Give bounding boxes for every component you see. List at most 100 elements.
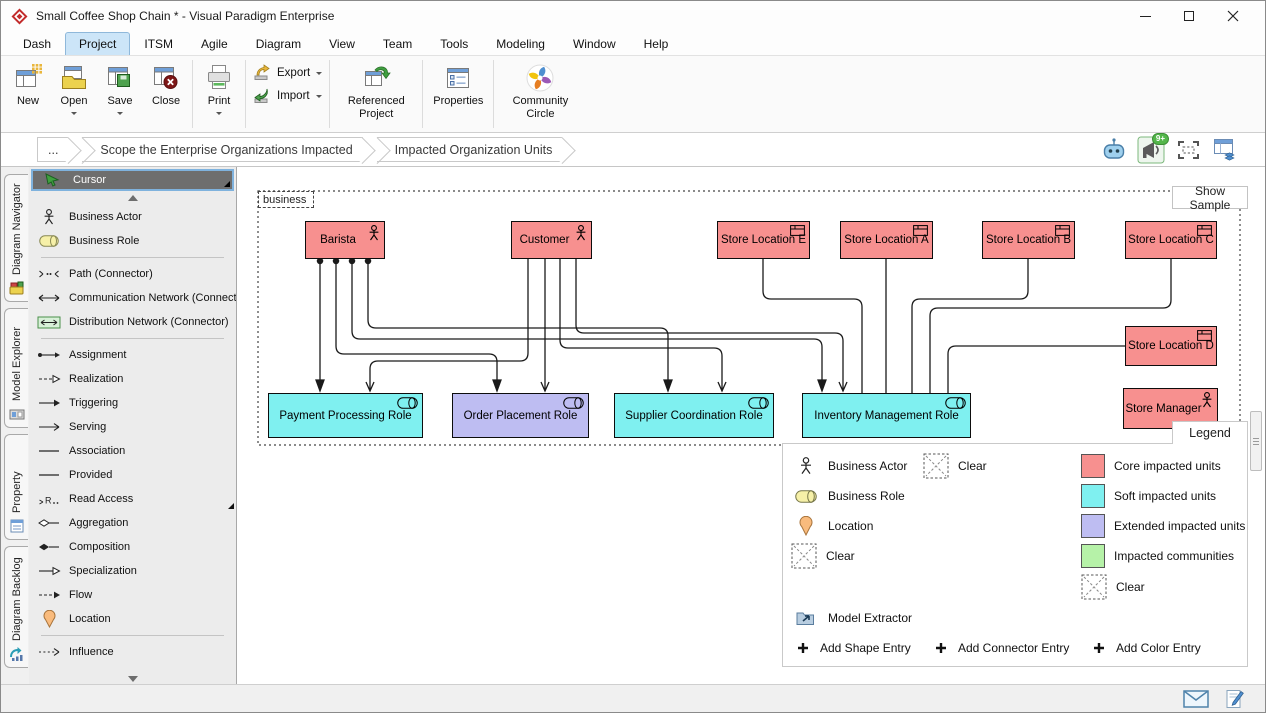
palette-specialization[interactable]: Specialization xyxy=(29,559,236,583)
menu-team[interactable]: Team xyxy=(369,32,426,55)
palette-provided[interactable]: Provided xyxy=(29,463,236,487)
show-sample-button[interactable]: Show Sample xyxy=(1172,186,1248,209)
assistant-bot-button[interactable] xyxy=(1100,136,1128,164)
connector-barista-order[interactable] xyxy=(333,258,501,391)
palette-scroll-up[interactable] xyxy=(29,191,236,205)
menu-window[interactable]: Window xyxy=(559,32,630,55)
canvas-vertical-scrollbar[interactable] xyxy=(1250,411,1262,471)
messages-button[interactable] xyxy=(1183,690,1209,708)
legend-model-extractor[interactable]: Model Extractor xyxy=(793,604,912,632)
legend-tab[interactable]: Legend xyxy=(1172,421,1248,444)
menu-help[interactable]: Help xyxy=(630,32,683,55)
connector-customer-inventory[interactable] xyxy=(576,259,847,391)
legend-entry-connector-clear[interactable]: Clear xyxy=(923,452,987,480)
palette-business-actor[interactable]: Business Actor xyxy=(29,205,236,229)
breadcrumb-item-impacted-units[interactable]: Impacted Organization Units xyxy=(377,137,563,162)
legend-entry-extended-impacted[interactable]: Extended impacted units xyxy=(1081,512,1245,540)
legend-entry-impacted-communities[interactable]: Impacted communities xyxy=(1081,542,1234,570)
import-button[interactable]: Import xyxy=(253,87,322,104)
referenced-project-icon xyxy=(361,63,391,93)
legend-entry-soft-impacted[interactable]: Soft impacted units xyxy=(1081,482,1216,510)
menu-tools[interactable]: Tools xyxy=(426,32,482,55)
connector-customer-payment[interactable] xyxy=(366,259,528,391)
connector-barista-supplier[interactable] xyxy=(365,258,672,391)
node-barista[interactable]: Barista xyxy=(305,221,385,259)
palette-realization[interactable]: Realization xyxy=(29,367,236,391)
sidebar-tab-model-explorer[interactable]: Model Explorer xyxy=(4,308,28,428)
add-shape-entry-button[interactable]: Add Shape Entry xyxy=(795,634,911,662)
legend-entry-business-role[interactable]: Business Role xyxy=(793,482,905,510)
palette-scroll-down[interactable] xyxy=(29,672,236,684)
connector-customer-supplier[interactable] xyxy=(560,259,726,391)
menu-diagram[interactable]: Diagram xyxy=(242,32,315,55)
palette-association[interactable]: Association xyxy=(29,439,236,463)
add-color-entry-button[interactable]: Add Color Entry xyxy=(1091,634,1201,662)
connector-customer-order[interactable] xyxy=(541,259,549,391)
palette-serving[interactable]: Serving xyxy=(29,415,236,439)
node-store-location-c[interactable]: Store Location C xyxy=(1125,221,1217,259)
node-store-location-d[interactable]: Store Location D xyxy=(1125,326,1217,366)
legend-entry-location[interactable]: Location xyxy=(793,512,873,540)
menu-modeling[interactable]: Modeling xyxy=(482,32,559,55)
properties-button[interactable]: Properties xyxy=(426,59,490,129)
close-project-button[interactable]: Close xyxy=(143,59,189,129)
palette-distribution-network[interactable]: Distribution Network (Connector) xyxy=(29,310,236,334)
save-dropdown-icon xyxy=(117,112,123,115)
palette-triggering[interactable]: Triggering xyxy=(29,391,236,415)
save-button[interactable]: Save xyxy=(97,59,143,129)
legend-entry-color-clear[interactable]: Clear xyxy=(1081,573,1145,601)
close-button[interactable] xyxy=(1211,1,1255,31)
node-store-location-e[interactable]: Store Location E xyxy=(717,221,810,259)
add-connector-entry-button[interactable]: Add Connector Entry xyxy=(933,634,1069,662)
legend-entry-business-actor[interactable]: Business Actor xyxy=(793,452,907,480)
menu-dash[interactable]: Dash xyxy=(9,32,65,55)
palette-communication-network[interactable]: Communication Network (Connector) xyxy=(29,286,236,310)
announcements-button[interactable]: 9+ xyxy=(1137,136,1165,164)
node-order-placement-role[interactable]: Order Placement Role xyxy=(452,393,589,438)
menu-agile[interactable]: Agile xyxy=(187,32,242,55)
sidebar-tab-diagram-backlog[interactable]: Diagram Backlog xyxy=(4,546,28,668)
node-customer[interactable]: Customer xyxy=(511,221,592,259)
palette-location[interactable]: Location xyxy=(29,607,236,631)
palette-flow[interactable]: Flow xyxy=(29,583,236,607)
connector-store-d-inventory[interactable] xyxy=(948,346,1125,393)
community-circle-button[interactable]: Community Circle xyxy=(497,59,583,129)
legend-entry-shape-clear[interactable]: Clear xyxy=(791,542,855,570)
maximize-button[interactable] xyxy=(1167,1,1211,31)
legend-entry-core-impacted[interactable]: Core impacted units xyxy=(1081,452,1221,480)
node-inventory-management-role[interactable]: Inventory Management Role xyxy=(802,393,971,438)
open-button[interactable]: Open xyxy=(51,59,97,129)
layers-window-button[interactable] xyxy=(1211,136,1239,164)
diagram-canvas[interactable]: business Barista Customer Store Location… xyxy=(237,167,1265,684)
palette-read-access[interactable]: R Read Access xyxy=(29,487,236,511)
minimize-button[interactable] xyxy=(1123,1,1167,31)
node-payment-processing-role[interactable]: Payment Processing Role xyxy=(268,393,423,438)
node-supplier-coordination-role[interactable]: Supplier Coordination Role xyxy=(614,393,774,438)
print-button[interactable]: Print xyxy=(196,59,242,129)
menu-itsm[interactable]: ITSM xyxy=(130,32,187,55)
palette-assignment[interactable]: Assignment xyxy=(29,343,236,367)
menu-project[interactable]: Project xyxy=(65,32,130,55)
connector-store-e-inventory[interactable] xyxy=(763,259,862,393)
palette-composition[interactable]: Composition xyxy=(29,535,236,559)
node-store-location-b[interactable]: Store Location B xyxy=(982,221,1075,259)
palette-path-connector[interactable]: Path (Connector) xyxy=(29,262,236,286)
edit-notes-button[interactable] xyxy=(1225,689,1245,709)
menu-view[interactable]: View xyxy=(315,32,369,55)
palette-aggregation[interactable]: Aggregation xyxy=(29,511,236,535)
node-store-location-a[interactable]: Store Location A xyxy=(840,221,933,259)
breadcrumb-ellipsis[interactable]: ... xyxy=(37,137,68,162)
new-button[interactable]: New xyxy=(5,59,51,129)
export-button[interactable]: Export xyxy=(253,64,322,81)
fit-bounds-button[interactable] xyxy=(1174,136,1202,164)
palette-influence[interactable]: Influence xyxy=(29,640,236,664)
boundary-label[interactable]: business xyxy=(258,191,314,208)
sidebar-tab-property[interactable]: Property xyxy=(4,434,28,540)
referenced-project-button[interactable]: Referenced Project xyxy=(333,59,419,129)
connector-barista-inventory[interactable] xyxy=(349,258,826,391)
palette-cursor[interactable]: Cursor xyxy=(31,169,234,191)
sidebar-tab-diagram-navigator[interactable]: Diagram Navigator xyxy=(4,174,28,302)
breadcrumb-item-scope[interactable]: Scope the Enterprise Organizations Impac… xyxy=(82,137,362,162)
palette-business-role[interactable]: Business Role xyxy=(29,229,236,253)
connector-barista-payment[interactable] xyxy=(316,258,324,391)
